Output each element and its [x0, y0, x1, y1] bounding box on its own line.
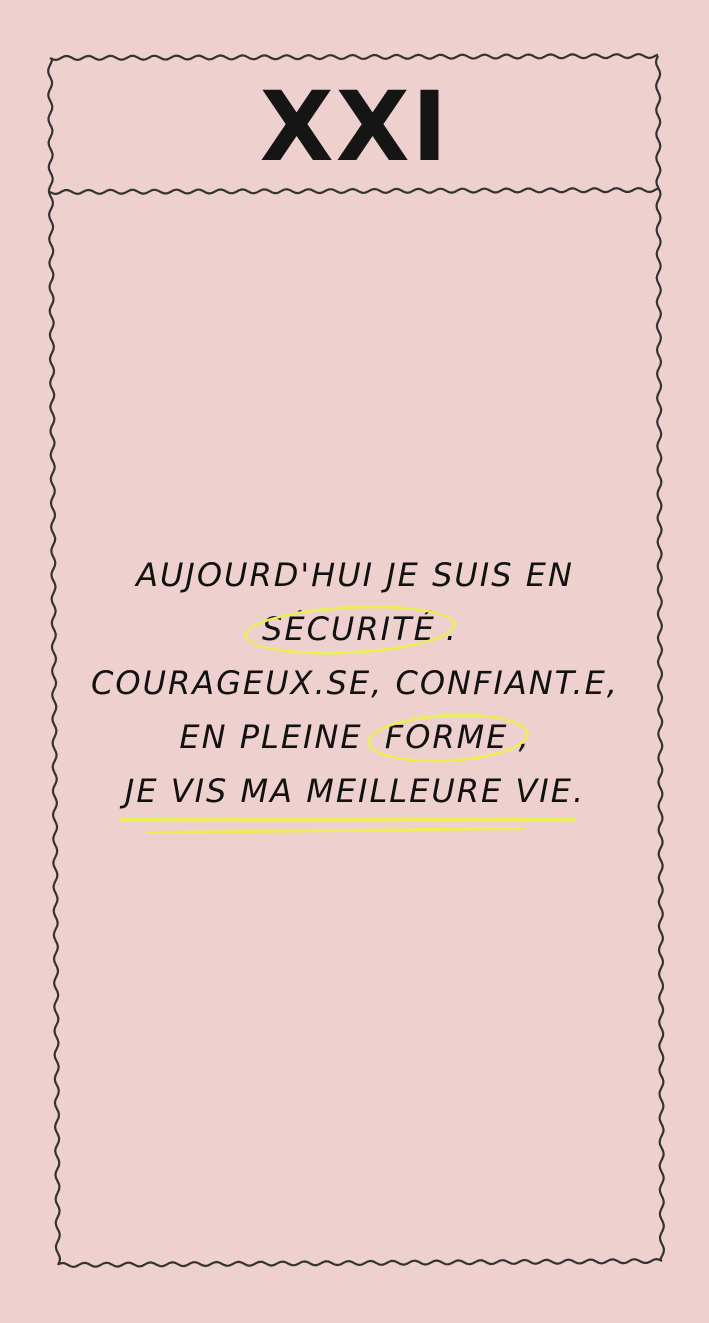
- affirmation-text: AUJOURD'HUI JE SUIS EN SÉCURITÉ. COURAGE…: [60, 548, 650, 822]
- affirmation-line-4: EN PLEINE FORME,: [60, 710, 650, 764]
- affirmation-line-1: AUJOURD'HUI JE SUIS EN: [136, 556, 574, 594]
- header-divider: [49, 186, 660, 196]
- affirmation-line-3: COURAGEUX.SE, CONFIANT.E,: [91, 664, 619, 702]
- affirmation-card: XXI AUJOURD'HUI JE SUIS EN SÉCURITÉ. COU…: [0, 0, 709, 1323]
- highlighted-word-securite: SÉCURITÉ: [262, 610, 436, 648]
- underlined-sentence: JE VIS MA MEILLEURE VIE.: [118, 764, 585, 822]
- affirmation-line-2: SÉCURITÉ.: [60, 602, 650, 656]
- card-title: XXI: [259, 71, 450, 183]
- highlight-circle-forme: FORME: [375, 710, 519, 764]
- affirmation-line-4-start: EN PLEINE: [179, 718, 363, 756]
- highlighted-word-forme: FORME: [384, 718, 509, 756]
- affirmation-line-5: JE VIS MA MEILLEURE VIE.: [60, 764, 650, 822]
- highlight-circle-securite: SÉCURITÉ: [252, 602, 446, 656]
